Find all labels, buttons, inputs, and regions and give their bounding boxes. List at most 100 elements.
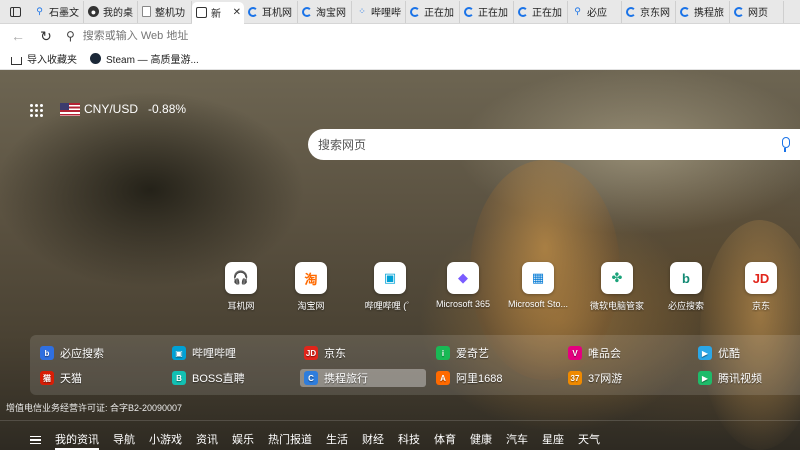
browser-tab-label: 正在加	[478, 8, 508, 19]
import-icon	[10, 53, 22, 65]
search-icon: ⚲	[574, 6, 581, 16]
tab-actions-icon	[9, 6, 21, 17]
popular-sites-panel: b 必应搜索 ▣ 哔哩哔哩 JD 京东 i 爱奇艺 V 唯品会 ▶ 优酷猫天猫 B BOSS直聘 C 携程旅行…	[30, 335, 800, 395]
web-search-box[interactable]: 搜索网页	[308, 129, 800, 160]
quick-link[interactable]: 🎧 耳机网	[206, 262, 276, 312]
favorite-steam[interactable]: Steam — 高质量游...	[89, 51, 199, 66]
browser-tab[interactable]: 网页	[730, 0, 784, 23]
browser-tab[interactable]: 京东网	[622, 0, 676, 23]
quick-link-label: 哔哩哔哩 (゜	[364, 301, 416, 311]
web-search-placeholder: 搜索网页	[318, 138, 367, 152]
browser-tab[interactable]: ⚲ 石墨文	[30, 0, 84, 23]
quick-link-icon: 🎧	[225, 262, 257, 294]
quick-link[interactable]: JD 京东	[726, 262, 796, 312]
reload-icon: ↻	[40, 27, 52, 44]
browser-tab[interactable]: 正在加	[460, 0, 514, 23]
site-link[interactable]: B BOSS直聘	[168, 369, 249, 387]
site-icon: ▶	[698, 371, 712, 385]
address-bar[interactable]: ⚲	[66, 25, 800, 47]
favorites-bar: 导入收藏夹 Steam — 高质量游...	[0, 48, 800, 70]
loading-icon	[302, 6, 312, 17]
site-link[interactable]: b 必应搜索	[36, 344, 108, 362]
feed-nav-item[interactable]: 财经	[362, 431, 384, 450]
quick-link[interactable]: ◆ Microsoft 365	[428, 262, 498, 309]
tabs-container: ⚲ 石墨文 ● 我的桌 整机功新 ✕ 耳机网 淘宝网 ⁘ 哔哩哔 正在加 正在加 正在加 ⚲ 必应 京东网 携程…	[30, 0, 784, 24]
site-label: 携程旅行	[324, 373, 368, 385]
quick-link[interactable]: ▦ Microsoft Sto...	[503, 262, 573, 309]
quick-link[interactable]: ✤ 微软电脑管家	[582, 262, 652, 312]
loading-icon	[410, 6, 420, 17]
feed-nav-item[interactable]: 体育	[434, 431, 456, 450]
site-link[interactable]: ▶ 腾讯视频	[694, 369, 766, 387]
browser-tab[interactable]: 正在加	[514, 0, 568, 23]
feed-nav-item[interactable]: 科技	[398, 431, 420, 450]
currency-widget[interactable]: CNY/USD -0.88%	[60, 102, 186, 116]
menu-icon[interactable]	[30, 436, 41, 444]
search-icon: ⚲	[36, 6, 43, 16]
currency-pair: CNY/USD	[84, 102, 139, 116]
browser-tab-label: 京东网	[640, 8, 670, 19]
back-button[interactable]: ←	[6, 24, 30, 48]
site-label: 腾讯视频	[718, 373, 762, 385]
browser-tab[interactable]: 新 ✕	[192, 1, 244, 24]
loading-icon	[518, 6, 528, 17]
feed-nav-item[interactable]: 汽车	[506, 431, 528, 450]
browser-tab[interactable]: 淘宝网	[298, 0, 352, 23]
browser-tab[interactable]: 携程旅	[676, 0, 730, 23]
reload-button[interactable]: ↻	[34, 24, 58, 48]
site-label: 阿里1688	[456, 373, 503, 385]
us-flag-icon	[60, 102, 80, 116]
import-favorites-button[interactable]: 导入收藏夹	[10, 51, 77, 66]
feed-nav-item[interactable]: 导航	[113, 431, 135, 450]
site-icon: V	[568, 346, 582, 360]
feed-nav-item[interactable]: 资讯	[196, 431, 218, 450]
site-link[interactable]: ▶ 优酷	[694, 344, 744, 362]
quick-link-label: 微软电脑管家	[589, 301, 644, 311]
feed-nav-item[interactable]: 天气	[578, 431, 600, 450]
site-link[interactable]: ▣ 哔哩哔哩	[168, 344, 240, 362]
site-link[interactable]: 猫天猫	[36, 369, 86, 387]
quick-link[interactable]: b 必应搜索	[651, 262, 721, 312]
feed-nav-item[interactable]: 我的资讯	[55, 431, 99, 450]
quick-link-icon: ◆	[447, 262, 479, 294]
site-link[interactable]: A 阿里1688	[432, 369, 506, 387]
site-link[interactable]: V 唯品会	[564, 344, 625, 362]
site-icon: 猫	[40, 371, 54, 385]
browser-tab-label: 耳机网	[262, 8, 292, 19]
browser-tab[interactable]: ● 我的桌	[84, 0, 138, 23]
site-link[interactable]: 37 37网游	[564, 369, 626, 387]
site-icon: i	[436, 346, 450, 360]
site-label: 哔哩哔哩	[192, 348, 236, 360]
tab-actions-menu-button[interactable]	[0, 0, 30, 24]
quick-link-icon: JD	[745, 262, 777, 294]
circle-icon: ●	[88, 6, 99, 17]
feed-nav-item[interactable]: 健康	[470, 431, 492, 450]
browser-tab[interactable]: ⚲ 必应	[568, 0, 622, 23]
quick-link[interactable]: ▣ 哔哩哔哩 (゜	[355, 262, 425, 312]
site-link[interactable]: JD 京东	[300, 344, 350, 362]
feed-nav-item[interactable]: 娱乐	[232, 431, 254, 450]
address-input[interactable]	[82, 30, 383, 42]
quick-link-icon: ▣	[374, 262, 406, 294]
browser-tab[interactable]: ⁘ 哔哩哔	[352, 0, 406, 23]
quick-link-label: Microsoft Sto...	[507, 299, 569, 309]
quick-link-label: 必应搜索	[667, 301, 704, 311]
feed-nav-item[interactable]: 小游戏	[149, 431, 182, 450]
close-tab-icon[interactable]: ✕	[233, 7, 241, 18]
site-icon: b	[40, 346, 54, 360]
feed-nav-item[interactable]: 生活	[326, 431, 348, 450]
browser-tab[interactable]: 耳机网	[244, 0, 298, 23]
browser-tab[interactable]: 正在加	[406, 0, 460, 23]
browser-tab[interactable]: 整机功	[138, 0, 192, 23]
loading-dots-icon: ⁘	[358, 6, 366, 16]
site-link[interactable]: i 爱奇艺	[432, 344, 493, 362]
loading-icon	[734, 6, 744, 17]
site-link[interactable]: C 携程旅行	[300, 369, 426, 387]
quick-link[interactable]: 淘淘宝网	[276, 262, 346, 312]
microphone-icon[interactable]	[778, 136, 792, 153]
feed-nav-item[interactable]: 热门报道	[268, 431, 312, 450]
quick-link-icon: ✤	[601, 262, 633, 294]
loading-icon	[248, 6, 258, 17]
apps-launcher-button[interactable]	[30, 104, 44, 118]
feed-nav-item[interactable]: 星座	[542, 431, 564, 450]
